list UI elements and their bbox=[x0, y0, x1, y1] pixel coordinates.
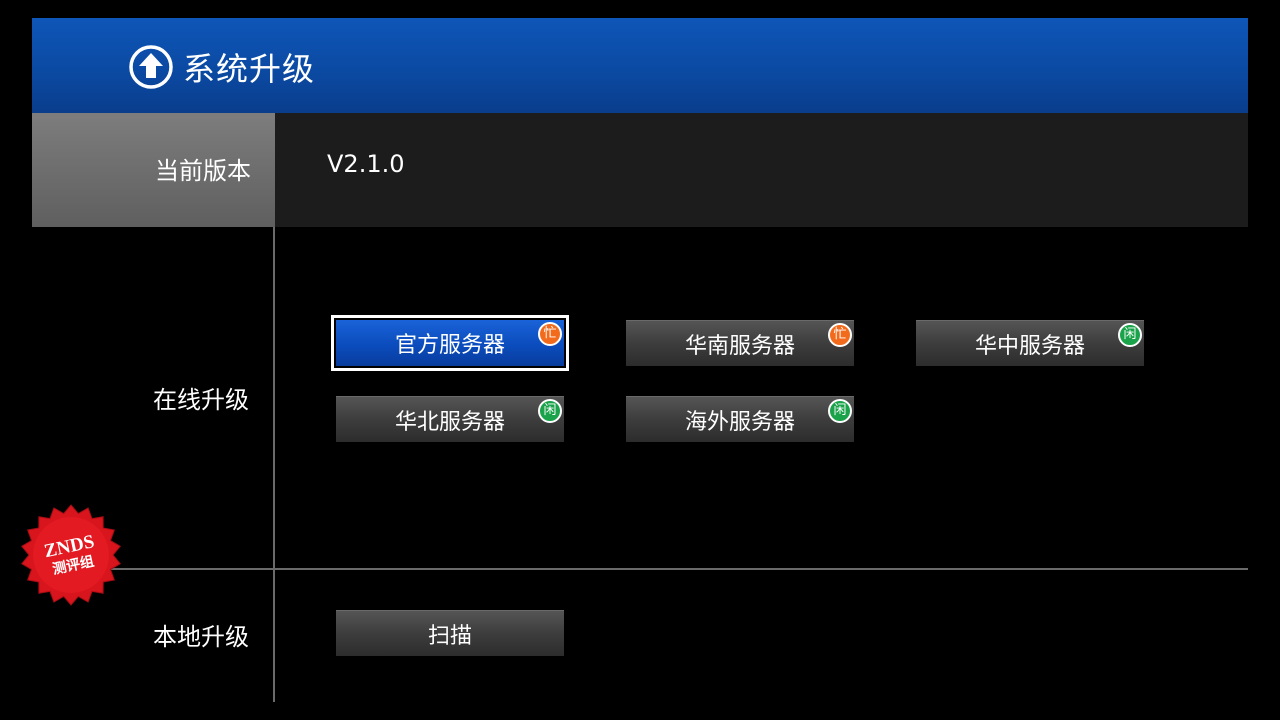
online-upgrade-label: 在线升级 bbox=[153, 386, 249, 414]
overseas-server-label: 海外服务器 bbox=[684, 409, 795, 435]
scan-button-label: 扫描 bbox=[427, 623, 472, 649]
header-title-group: 系统升级 bbox=[128, 44, 315, 90]
system-upgrade-screen: 系统升级 当前版本 V2.1.0 在线升级 官方服务器 忙 华南服务器 忙 华中… bbox=[0, 0, 1280, 720]
idle-status-badge: 闲 bbox=[828, 399, 852, 423]
horizontal-divider bbox=[32, 568, 1248, 570]
official-server-label: 官方服务器 bbox=[394, 333, 505, 358]
south-china-server-button[interactable]: 华南服务器 忙 bbox=[626, 320, 854, 366]
official-server-button[interactable]: 官方服务器 忙 bbox=[331, 315, 569, 371]
idle-status-badge: 闲 bbox=[1118, 323, 1142, 347]
current-version-value: V2.1.0 bbox=[327, 150, 405, 178]
south-china-server-label: 华南服务器 bbox=[684, 333, 795, 359]
upload-arrow-circle-icon bbox=[129, 45, 173, 89]
header-bar: 系统升级 bbox=[32, 18, 1248, 113]
north-china-server-button[interactable]: 华北服务器 闲 bbox=[336, 396, 564, 442]
overseas-server-button[interactable]: 海外服务器 闲 bbox=[626, 396, 854, 442]
current-version-label-cell: 当前版本 bbox=[32, 113, 275, 227]
vertical-divider bbox=[273, 227, 275, 702]
north-china-server-label: 华北服务器 bbox=[394, 409, 505, 435]
znds-seal-logo: ZNDS 测评组 bbox=[21, 504, 121, 606]
page-title: 系统升级 bbox=[183, 50, 316, 88]
busy-status-badge: 忙 bbox=[538, 322, 562, 346]
current-version-label: 当前版本 bbox=[155, 157, 251, 185]
central-china-server-button[interactable]: 华中服务器 闲 bbox=[916, 320, 1144, 366]
busy-status-badge: 忙 bbox=[828, 323, 852, 347]
current-version-row: 当前版本 V2.1.0 bbox=[32, 113, 1248, 227]
local-upgrade-label: 本地升级 bbox=[153, 623, 249, 651]
idle-status-badge: 闲 bbox=[538, 399, 562, 423]
scan-button[interactable]: 扫描 bbox=[336, 610, 564, 656]
central-china-server-label: 华中服务器 bbox=[974, 333, 1085, 359]
